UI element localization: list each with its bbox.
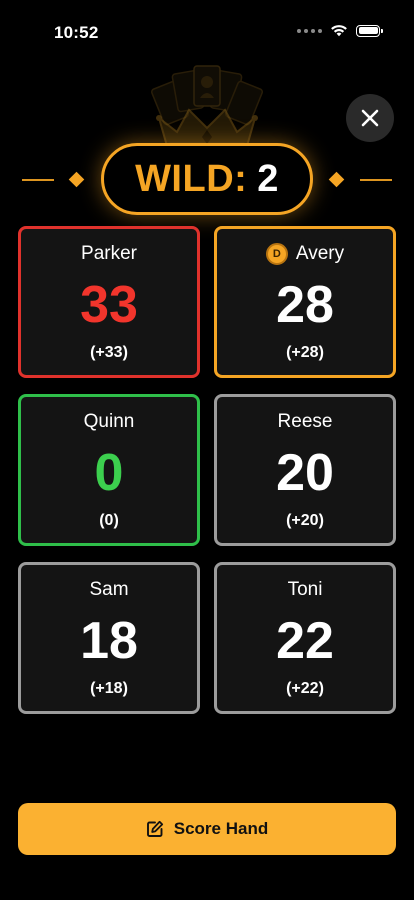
player-score: 18 (80, 612, 138, 670)
wild-value: 2 (257, 157, 279, 200)
player-card-avery[interactable]: D Avery 28 (+28) (214, 226, 396, 378)
player-delta: (+28) (286, 344, 324, 361)
status-icons (297, 24, 383, 37)
player-delta: (0) (99, 512, 119, 529)
player-name: Parker (81, 243, 137, 264)
player-score: 33 (80, 276, 138, 334)
dealer-badge-icon: D (265, 243, 288, 265)
player-card-reese[interactable]: Reese 20 (+20) (214, 394, 396, 546)
player-score: 0 (94, 444, 124, 502)
status-bar: 10:52 (0, 0, 414, 54)
wild-banner: WILD: 2 (0, 143, 414, 217)
crown-cards-icon (150, 65, 264, 150)
player-name: Avery (295, 243, 345, 264)
score-hand-button[interactable]: Score Hand (18, 803, 396, 855)
player-card-quinn[interactable]: Quinn 0 (0) (18, 394, 200, 546)
player-score: 20 (276, 444, 334, 502)
signal-dots-icon (297, 28, 322, 33)
player-name: Toni (287, 579, 323, 600)
score-hand-label: Score Hand (173, 819, 269, 838)
wifi-icon (331, 25, 347, 37)
wild-pill: WILD: 2 (101, 143, 313, 215)
player-name: Reese (277, 411, 333, 432)
player-delta: (+18) (90, 680, 128, 697)
diamond-icon (328, 171, 345, 188)
player-delta: (+20) (286, 512, 324, 529)
player-card-toni[interactable]: Toni 22 (+22) (214, 562, 396, 714)
player-card-parker[interactable]: Parker 33 (+33) (18, 226, 200, 378)
close-button[interactable] (346, 94, 394, 142)
player-delta: (+33) (90, 344, 128, 361)
player-score: 28 (276, 276, 334, 334)
battery-icon (356, 24, 383, 37)
wild-label: WILD: (135, 157, 248, 200)
divider-line (360, 179, 392, 181)
player-card-sam[interactable]: Sam 18 (+18) (18, 562, 200, 714)
player-name: Quinn (83, 411, 135, 432)
edit-icon (146, 820, 163, 837)
diamond-icon (68, 171, 85, 188)
status-time: 10:52 (54, 23, 99, 42)
player-delta: (+22) (286, 680, 324, 697)
divider-line (22, 179, 54, 181)
close-icon (361, 109, 379, 127)
player-score: 22 (276, 612, 334, 670)
player-name: Sam (89, 579, 129, 600)
